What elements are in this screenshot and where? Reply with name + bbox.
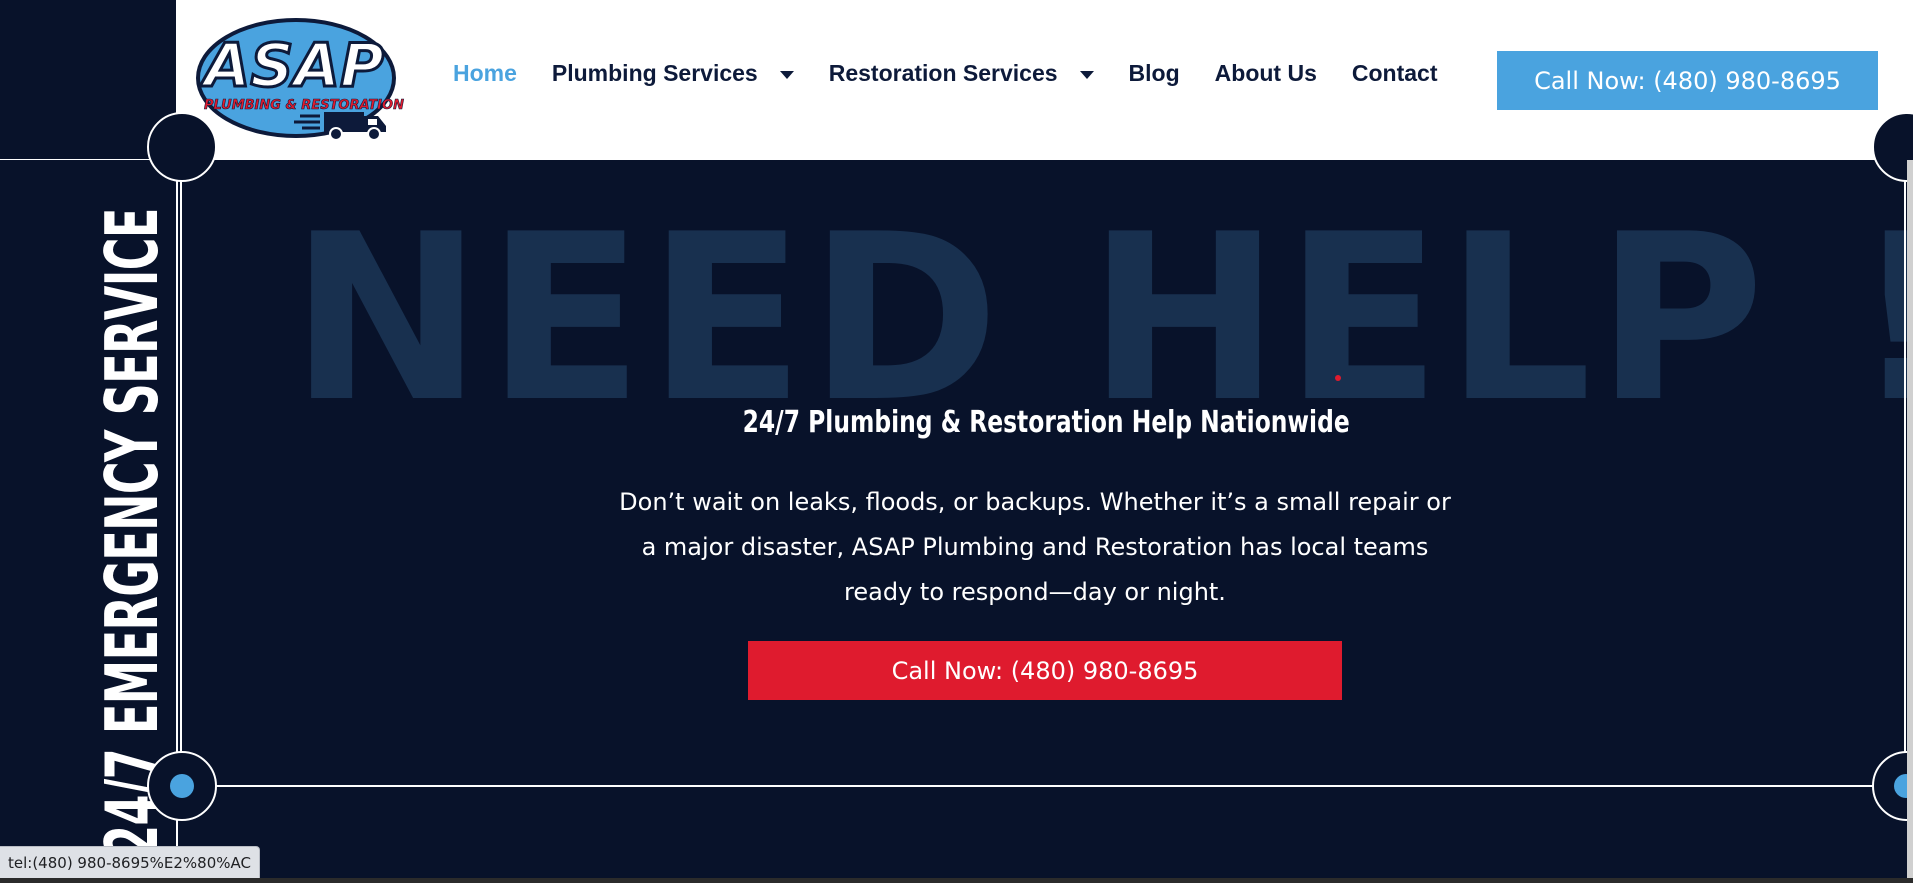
frame-right-line: [1904, 160, 1906, 785]
window-bottom-edge: [0, 878, 1913, 883]
red-cursor-dot: [1335, 375, 1341, 381]
hero-paragraph: Don’t wait on leaks, floods, or backups.…: [619, 488, 1451, 606]
scrollbar[interactable]: [1907, 160, 1913, 883]
asap-logo[interactable]: ASAP PLUMBING & RESTORATION: [196, 14, 406, 146]
chevron-down-icon[interactable]: [1079, 71, 1094, 79]
nav-item-restoration-services[interactable]: Restoration Services: [829, 60, 1094, 87]
site-header: ASAP PLUMBING & RESTORATION Home Plumbin…: [178, 0, 1913, 160]
chevron-down-icon[interactable]: [779, 71, 794, 79]
page: 24/7 EMERGENCY SERVICE ASAP PLUMBING & R…: [0, 0, 1913, 883]
logo-wordmark: ASAP: [200, 31, 384, 101]
nav-item-plumbing-services[interactable]: Plumbing Services: [552, 60, 794, 87]
corner-dot-bottom-left: [170, 774, 194, 798]
hero-section: NEED HELP ! 24/7 Plumbing & Restoration …: [147, 112, 1913, 883]
nav-item-blog[interactable]: Blog: [1129, 60, 1180, 87]
nav-item-about-us[interactable]: About Us: [1215, 60, 1317, 87]
header-call-now-button[interactable]: Call Now: (480) 980-8695: [1497, 51, 1878, 110]
logo-subtitle: PLUMBING & RESTORATION: [204, 98, 404, 113]
frame-left-line: [180, 160, 182, 785]
hero-call-now-button[interactable]: Call Now: (480) 980-8695: [748, 641, 1342, 700]
nav-item-contact[interactable]: Contact: [1352, 60, 1438, 87]
status-bar-url: tel:(480) 980-8695%E2%80%AC: [0, 846, 260, 880]
nav-item-home[interactable]: Home: [453, 60, 517, 87]
main-navigation: Home Plumbing Services Restoration Servi…: [453, 60, 1473, 87]
hero-subheading: 24/7 Plumbing & Restoration Help Nationw…: [742, 405, 1351, 440]
frame-bottom-line: [180, 785, 1913, 787]
corner-circle-top-left: [147, 112, 217, 182]
